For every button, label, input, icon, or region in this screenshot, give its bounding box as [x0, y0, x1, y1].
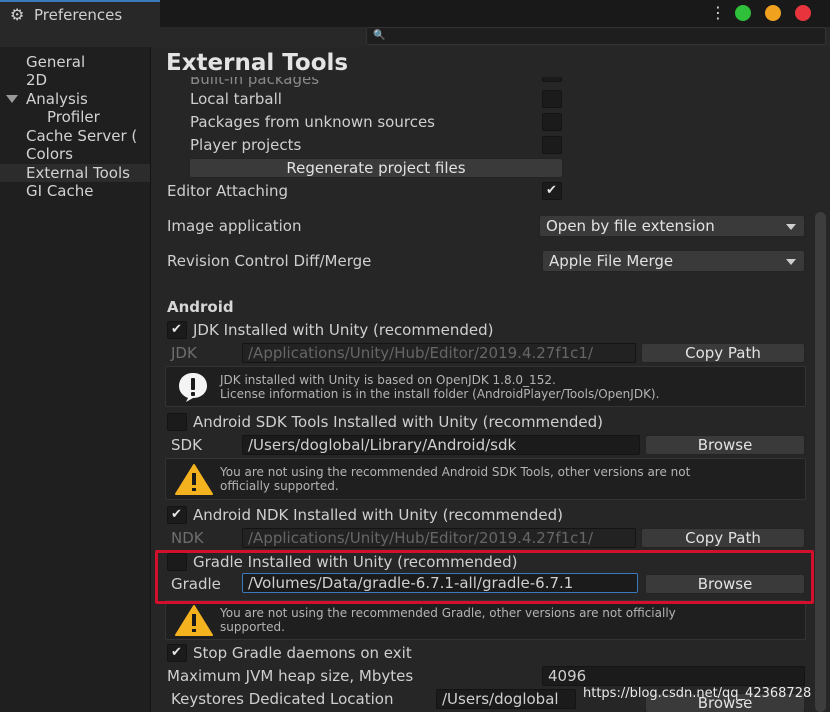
watermark-text: https://blog.csdn.net/qq_42368728 — [583, 686, 812, 701]
gradle-field-label: Gradle — [171, 575, 221, 593]
local-tarball-checkbox[interactable] — [542, 90, 562, 108]
vertical-scrollbar[interactable] — [815, 212, 826, 712]
jdk-copy-path-button[interactable]: Copy Path — [641, 343, 805, 363]
sidebar: General 2D Analysis Profiler Cache Serve… — [0, 47, 151, 712]
jdk-info-text-line2: License information is in the install fo… — [220, 387, 660, 401]
expand-triangle-icon[interactable] — [6, 95, 18, 103]
tab-title: Preferences — [34, 5, 123, 24]
keystores-label: Keystores Dedicated Location — [171, 690, 394, 708]
ndk-field-label: NDK — [171, 529, 204, 547]
chevron-down-icon — [786, 224, 796, 230]
regenerate-project-files-button[interactable]: Regenerate project files — [189, 158, 563, 178]
sidebar-item-colors[interactable]: Colors — [0, 145, 150, 163]
sdk-field-label: SDK — [171, 436, 202, 454]
info-icon — [179, 373, 207, 402]
image-application-dropdown[interactable]: Open by file extension — [539, 215, 805, 237]
gradle-warning-text-line2: supported. — [220, 620, 285, 634]
unknown-sources-label: Packages from unknown sources — [190, 113, 435, 131]
minimize-button[interactable] — [765, 5, 781, 21]
maximize-button[interactable] — [735, 5, 751, 21]
jdk-info-text-line1: JDK installed with Unity is based on Ope… — [220, 373, 556, 387]
jvm-heap-field[interactable]: 4096 — [542, 666, 805, 686]
jdk-path-field[interactable]: /Applications/Unity/Hub/Editor/2019.4.27… — [242, 343, 636, 363]
keystores-path-field[interactable]: /Users/doglobal — [436, 689, 576, 709]
sidebar-item-external-tools[interactable]: External Tools — [0, 164, 150, 182]
warning-icon — [175, 464, 213, 495]
sdk-installed-checkbox[interactable] — [167, 413, 187, 431]
sidebar-item-gi-cache[interactable]: GI Cache — [0, 182, 150, 200]
ndk-path-field[interactable]: /Applications/Unity/Hub/Editor/2019.4.27… — [242, 528, 636, 548]
close-button[interactable] — [795, 5, 811, 21]
gradle-warning-box: You are not using the recommended Gradle… — [165, 600, 806, 640]
search-icon: 🔍 — [373, 30, 386, 41]
jdk-info-box: JDK installed with Unity is based on Ope… — [165, 366, 806, 407]
android-section-header: Android — [167, 298, 234, 316]
player-projects-checkbox[interactable] — [542, 136, 562, 154]
title-bar: ⚙ Preferences ⋮ — [0, 0, 830, 27]
sidebar-item-analysis[interactable]: Analysis — [0, 90, 150, 108]
sdk-path-field[interactable]: /Users/doglobal/Library/Android/sdk — [242, 435, 640, 455]
gradle-installed-checkbox[interactable] — [167, 553, 187, 571]
sidebar-item-general[interactable]: General — [0, 53, 150, 71]
page-title: External Tools — [166, 50, 349, 76]
chevron-down-icon — [786, 259, 796, 265]
gradle-path-field[interactable]: /Volumes/Data/gradle-6.7.1-all/gradle-6.… — [242, 573, 638, 593]
checkmark-icon: ✔ — [171, 322, 182, 337]
sidebar-item-profiler[interactable]: Profiler — [0, 108, 150, 126]
checkmark-icon: ✔ — [546, 183, 557, 198]
sdk-warning-text-line1: You are not using the recommended Androi… — [220, 465, 691, 479]
jdk-installed-label: JDK Installed with Unity (recommended) — [193, 321, 494, 339]
sdk-browse-button[interactable]: Browse — [645, 435, 805, 455]
revision-control-dropdown[interactable]: Apple File Merge — [542, 250, 805, 272]
jdk-field-label: JDK — [171, 344, 197, 362]
sdk-installed-label: Android SDK Tools Installed with Unity (… — [193, 413, 604, 431]
stop-gradle-checkbox[interactable]: ✔ — [167, 644, 187, 662]
player-projects-label: Player projects — [190, 136, 302, 154]
local-tarball-label: Local tarball — [190, 90, 282, 108]
external-tools-panel: Built-in packages External Tools Local t… — [151, 47, 830, 712]
ndk-copy-path-button[interactable]: Copy Path — [641, 528, 805, 548]
editor-attaching-label: Editor Attaching — [167, 182, 289, 200]
ndk-installed-label: Android NDK Installed with Unity (recomm… — [193, 506, 564, 524]
ndk-installed-checkbox[interactable]: ✔ — [167, 506, 187, 524]
sidebar-item-2d[interactable]: 2D — [0, 71, 150, 89]
gear-icon: ⚙ — [10, 4, 25, 24]
gradle-installed-label: Gradle Installed with Unity (recommended… — [193, 553, 518, 571]
stop-gradle-label: Stop Gradle daemons on exit — [193, 644, 412, 662]
checkmark-icon: ✔ — [171, 507, 182, 522]
revision-control-label: Revision Control Diff/Merge — [167, 252, 372, 270]
sdk-warning-text-line2: officially supported. — [220, 479, 339, 493]
jvm-heap-label: Maximum JVM heap size, Mbytes — [167, 667, 414, 685]
unknown-sources-checkbox[interactable] — [542, 113, 562, 131]
sdk-warning-box: You are not using the recommended Androi… — [165, 458, 806, 500]
image-application-label: Image application — [167, 217, 302, 235]
search-input[interactable]: 🔍 — [366, 27, 826, 45]
checkmark-icon: ✔ — [171, 645, 182, 660]
gradle-browse-button[interactable]: Browse — [645, 574, 805, 594]
more-options-icon[interactable]: ⋮ — [710, 4, 726, 22]
preferences-tab[interactable]: ⚙ Preferences — [0, 0, 160, 27]
editor-attaching-checkbox[interactable]: ✔ — [542, 182, 562, 200]
sidebar-item-cache-server[interactable]: Cache Server ( — [0, 127, 150, 145]
jdk-installed-checkbox[interactable]: ✔ — [167, 321, 187, 339]
gradle-warning-text-line1: You are not using the recommended Gradle… — [220, 606, 676, 620]
warning-icon — [175, 605, 213, 636]
